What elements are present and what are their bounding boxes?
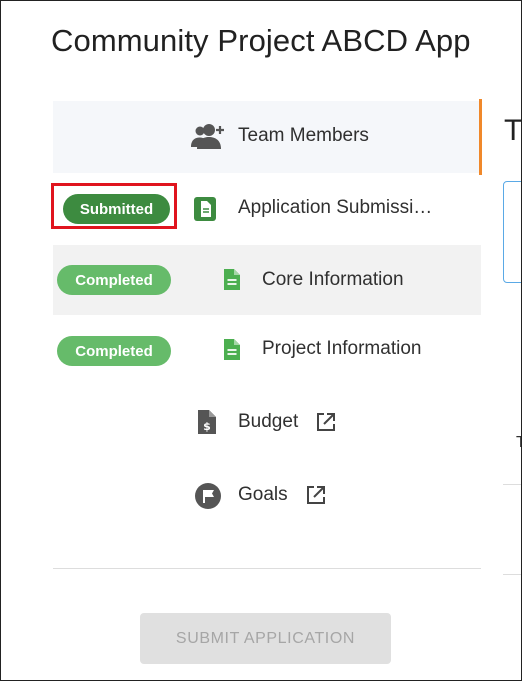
nav-label-project-information: Project Information	[262, 338, 422, 359]
nav-label-team-members: Team Members	[238, 125, 369, 146]
content-divider	[503, 574, 521, 575]
content-divider	[503, 484, 521, 485]
status-badge-completed: Completed	[57, 265, 171, 295]
info-box	[503, 181, 521, 283]
document-icon	[194, 197, 216, 221]
svg-text:$: $	[203, 420, 211, 433]
document-icon	[224, 269, 240, 290]
budget-file-icon: $	[198, 410, 216, 434]
page-title: Community Project ABCD App	[51, 23, 471, 58]
table-header: T	[516, 434, 521, 452]
nav-label-application-submission: Application Submissi…	[238, 197, 433, 218]
document-icon	[224, 339, 240, 360]
nav-item-budget[interactable]: $ Budget	[53, 387, 481, 457]
active-indicator	[479, 99, 482, 175]
external-link-icon[interactable]	[316, 412, 336, 437]
nav-label-core-information: Core Information	[262, 269, 404, 290]
highlight-box	[51, 183, 177, 229]
nav-item-core-information[interactable]: Completed Core Information	[53, 245, 481, 315]
external-link-icon[interactable]	[306, 485, 326, 510]
section-heading: T	[504, 114, 522, 147]
app-window: Community Project ABCD App Team Members …	[0, 0, 522, 681]
submit-application-button[interactable]: SUBMIT APPLICATION	[140, 613, 391, 664]
add-person-icon	[191, 123, 225, 149]
nav-item-team-members[interactable]: Team Members	[53, 101, 481, 173]
status-badge-completed: Completed	[57, 336, 171, 366]
flag-icon	[195, 483, 221, 509]
nav-item-goals[interactable]: Goals	[53, 459, 481, 529]
nav-label-goals: Goals	[238, 484, 288, 505]
nav-item-project-information[interactable]: Completed Project Information	[53, 315, 481, 385]
nav-label-budget: Budget	[238, 411, 299, 432]
nav-divider	[53, 568, 481, 569]
